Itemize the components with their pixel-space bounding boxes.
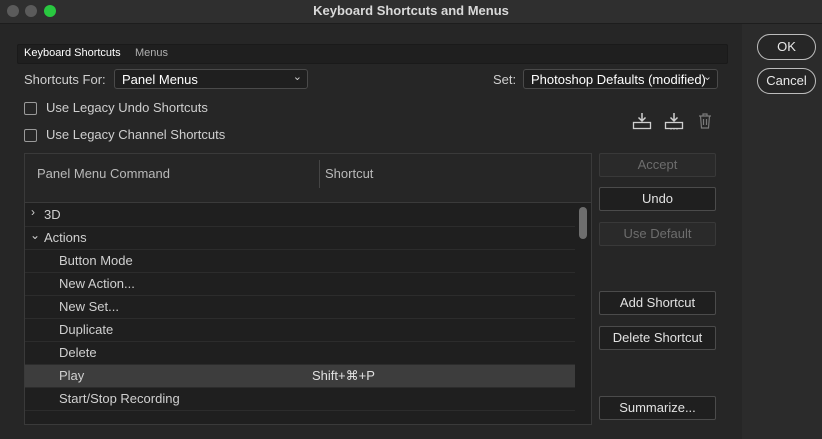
ok-button[interactable]: OK — [757, 34, 816, 60]
set-select[interactable]: Photoshop Defaults (modified) ⌄ — [523, 69, 718, 89]
window-title: Keyboard Shortcuts and Menus — [313, 3, 509, 18]
shortcuts-for-label: Shortcuts For: — [24, 72, 106, 87]
table-row[interactable]: Start/Stop Recording — [25, 388, 575, 411]
tab-keyboard-shortcuts[interactable]: Keyboard Shortcuts — [24, 47, 121, 59]
table-row-selected[interactable]: Play Shift+⌘+P — [25, 365, 575, 388]
legacy-undo-checkbox[interactable] — [24, 102, 37, 115]
row-label: Button Mode — [59, 253, 133, 268]
tab-menus[interactable]: Menus — [135, 47, 168, 59]
undo-button[interactable]: Undo — [599, 187, 716, 211]
add-shortcut-button[interactable]: Add Shortcut — [599, 291, 716, 315]
title-bar: Keyboard Shortcuts and Menus — [0, 0, 822, 24]
table-row-partial[interactable] — [25, 411, 575, 422]
row-shortcut[interactable]: Shift+⌘+P — [312, 368, 375, 384]
scrollbar-thumb[interactable] — [579, 207, 587, 239]
column-divider[interactable] — [319, 160, 320, 188]
table-row[interactable]: Duplicate — [25, 319, 575, 342]
row-label: New Action... — [59, 276, 135, 291]
set-label: Set: — [493, 72, 517, 87]
row-label: Actions — [44, 230, 87, 245]
table-header: Panel Menu Command Shortcut — [25, 154, 591, 203]
tab-bar: Keyboard Shortcuts Menus — [17, 44, 728, 64]
column-header-command[interactable]: Panel Menu Command — [37, 166, 170, 181]
row-label: Play — [59, 368, 85, 383]
accept-button[interactable]: Accept — [599, 153, 716, 177]
legacy-channel-checkbox[interactable] — [24, 129, 37, 142]
row-label: 3D — [44, 207, 61, 222]
save-set-as-icon[interactable] — [664, 112, 684, 130]
table-body: › 3D ⌄ Actions Button Mode New Action...… — [25, 204, 575, 422]
table-row[interactable]: ⌄ Actions — [25, 227, 575, 250]
trash-icon[interactable] — [697, 112, 717, 130]
chevron-down-icon: ⌄ — [292, 71, 302, 83]
table-row[interactable]: New Set... — [25, 296, 575, 319]
chevron-down-icon: ⌄ — [702, 71, 712, 83]
table-row[interactable]: › 3D — [25, 204, 575, 227]
delete-shortcut-button[interactable]: Delete Shortcut — [599, 326, 716, 350]
chevron-right-icon[interactable]: › — [31, 205, 35, 219]
legacy-undo-label: Use Legacy Undo Shortcuts — [46, 100, 208, 115]
row-label: Duplicate — [59, 322, 114, 337]
cancel-button[interactable]: Cancel — [757, 68, 816, 94]
save-set-icon[interactable] — [632, 112, 652, 130]
legacy-channel-label: Use Legacy Channel Shortcuts — [46, 127, 226, 142]
set-value: Photoshop Defaults (modified) — [531, 72, 706, 87]
table-row[interactable]: New Action... — [25, 273, 575, 296]
shortcuts-for-select[interactable]: Panel Menus ⌄ — [114, 69, 308, 89]
row-label: New Set... — [59, 299, 119, 314]
use-default-button[interactable]: Use Default — [599, 222, 716, 246]
table-row[interactable]: Button Mode — [25, 250, 575, 273]
chevron-down-icon[interactable]: ⌄ — [30, 228, 40, 242]
table-scrollbar[interactable] — [577, 204, 589, 422]
column-header-shortcut[interactable]: Shortcut — [325, 166, 373, 181]
row-label: Start/Stop Recording — [59, 391, 180, 406]
table-row[interactable]: Delete — [25, 342, 575, 365]
summarize-button[interactable]: Summarize... — [599, 396, 716, 420]
row-label: Delete — [59, 345, 97, 360]
shortcut-table: Panel Menu Command Shortcut › 3D ⌄ Actio… — [24, 153, 592, 425]
shortcuts-for-value: Panel Menus — [122, 72, 198, 87]
